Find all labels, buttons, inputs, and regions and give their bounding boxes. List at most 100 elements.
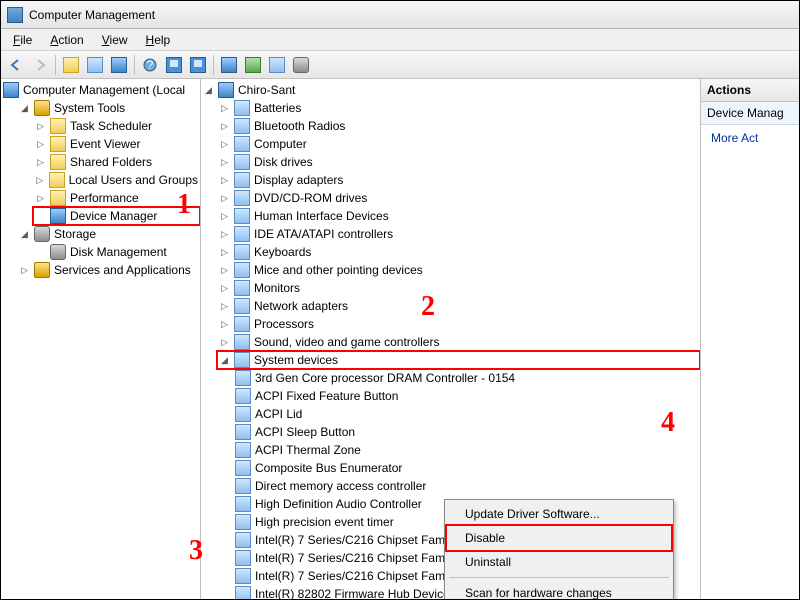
device-category[interactable]: ▷ Sound, video and game controllers [217, 333, 700, 351]
tree-event-viewer[interactable]: ▷ Event Viewer [33, 135, 200, 153]
category-icon [234, 208, 250, 224]
expand-icon[interactable]: ▷ [219, 247, 230, 258]
show-hide-tree-button[interactable] [84, 54, 106, 76]
properties-button[interactable] [108, 54, 130, 76]
expand-icon[interactable]: ▷ [219, 301, 230, 312]
device-icon [235, 370, 251, 386]
device-icon [235, 568, 251, 584]
collapse-icon[interactable]: ◢ [203, 85, 214, 96]
device-item[interactable]: ACPI Fixed Feature Button [233, 387, 700, 405]
tree-local-users[interactable]: ▷Local Users and Groups [33, 171, 200, 189]
menu-view[interactable]: View [94, 31, 136, 49]
device-item[interactable]: ACPI Thermal Zone [233, 441, 700, 459]
tree-services[interactable]: ▷Services and Applications [17, 261, 200, 279]
device-label: 3rd Gen Core processor DRAM Controller -… [255, 371, 515, 385]
device-category[interactable]: ◢ System devices [217, 351, 700, 369]
view-button-2[interactable] [187, 54, 209, 76]
tree-label: Event Viewer [70, 137, 140, 151]
ctx-disable[interactable]: Disable [447, 526, 671, 550]
expand-icon[interactable]: ▷ [19, 265, 30, 276]
device-item[interactable]: 3rd Gen Core processor DRAM Controller -… [233, 369, 700, 387]
device-category[interactable]: ▷ DVD/CD-ROM drives [217, 189, 700, 207]
device-category[interactable]: ▷ Computer [217, 135, 700, 153]
device-label: ACPI Sleep Button [255, 425, 355, 439]
tree-root-label: Computer Management (Local [23, 83, 185, 97]
category-icon [234, 190, 250, 206]
expand-icon[interactable]: ▷ [219, 337, 230, 348]
device-category[interactable]: ▷ Human Interface Devices [217, 207, 700, 225]
menu-action[interactable]: Action [42, 31, 91, 49]
expand-icon[interactable]: ▷ [219, 121, 230, 132]
category-label: IDE ATA/ATAPI controllers [254, 227, 393, 241]
collapse-icon[interactable]: ◢ [19, 103, 30, 114]
device-category[interactable]: ▷ Processors [217, 315, 700, 333]
device-category[interactable]: ▷ IDE ATA/ATAPI controllers [217, 225, 700, 243]
menu-file[interactable]: File [5, 31, 40, 49]
back-button[interactable] [5, 54, 27, 76]
device-label: High precision event timer [255, 515, 394, 529]
device-item[interactable]: ACPI Lid [233, 405, 700, 423]
expand-icon[interactable]: ▷ [219, 265, 230, 276]
disable-button[interactable] [290, 54, 312, 76]
menu-help[interactable]: Help [138, 31, 179, 49]
expand-icon[interactable]: ▷ [35, 139, 46, 150]
tree-disk-management[interactable]: Disk Management [33, 243, 200, 261]
help-button[interactable]: ? [139, 54, 161, 76]
device-label: ACPI Fixed Feature Button [255, 389, 398, 403]
expand-icon[interactable]: ▷ [35, 157, 46, 168]
expand-icon[interactable]: ▷ [35, 175, 45, 186]
expand-icon[interactable]: ▷ [219, 139, 230, 150]
clock-icon [50, 118, 66, 134]
ctx-uninstall[interactable]: Uninstall [447, 550, 671, 574]
actions-more[interactable]: More Act [701, 125, 799, 151]
tree-device-manager[interactable]: Device Manager [33, 207, 200, 225]
expand-icon[interactable]: ▷ [219, 211, 230, 222]
category-label: Bluetooth Radios [254, 119, 345, 133]
expand-icon[interactable]: ▷ [219, 175, 230, 186]
device-category[interactable]: ▷ Display adapters [217, 171, 700, 189]
update-driver-button[interactable] [242, 54, 264, 76]
tree-performance[interactable]: ▷Performance [33, 189, 200, 207]
computer-icon [3, 82, 19, 98]
device-item[interactable]: ACPI Sleep Button [233, 423, 700, 441]
device-label: ACPI Thermal Zone [255, 443, 361, 457]
device-root[interactable]: ◢ Chiro-Sant [201, 81, 700, 99]
expand-icon[interactable]: ▷ [219, 229, 230, 240]
device-item[interactable]: Direct memory access controller [233, 477, 700, 495]
expand-icon[interactable]: ▷ [219, 319, 230, 330]
expand-icon[interactable]: ▷ [35, 121, 46, 132]
device-category[interactable]: ▷ Bluetooth Radios [217, 117, 700, 135]
view-icon [166, 57, 182, 73]
separator [213, 55, 214, 75]
expand-icon[interactable]: ▷ [219, 193, 230, 204]
device-category[interactable]: ▷ Mice and other pointing devices [217, 261, 700, 279]
expand-icon[interactable]: ▷ [219, 157, 230, 168]
scan-button[interactable] [218, 54, 240, 76]
window-titlebar: Computer Management [1, 1, 799, 29]
tree-task-scheduler[interactable]: ▷Task Scheduler [33, 117, 200, 135]
expand-icon[interactable]: ▷ [219, 283, 230, 294]
category-label: Processors [254, 317, 314, 331]
category-icon [234, 154, 250, 170]
ctx-update-driver[interactable]: Update Driver Software... [447, 502, 671, 526]
view-button-1[interactable] [163, 54, 185, 76]
device-category[interactable]: ▷ Monitors [217, 279, 700, 297]
device-category[interactable]: ▷ Disk drives [217, 153, 700, 171]
uninstall-button[interactable] [266, 54, 288, 76]
device-label: Intel(R) 82802 Firmware Hub Device [255, 587, 450, 599]
ctx-scan[interactable]: Scan for hardware changes [447, 581, 671, 599]
forward-button[interactable] [29, 54, 51, 76]
tree-shared-folders[interactable]: ▷Shared Folders [33, 153, 200, 171]
device-category[interactable]: ▷ Network adapters [217, 297, 700, 315]
device-item[interactable]: Composite Bus Enumerator [233, 459, 700, 477]
device-category[interactable]: ▷ Keyboards [217, 243, 700, 261]
tree-root[interactable]: Computer Management (Local [1, 81, 200, 99]
tree-storage[interactable]: ◢ Storage [17, 225, 200, 243]
expand-icon[interactable]: ▷ [219, 103, 230, 114]
collapse-icon[interactable]: ◢ [219, 355, 230, 366]
expand-icon[interactable]: ▷ [35, 193, 46, 204]
tree-system-tools[interactable]: ◢ System Tools [17, 99, 200, 117]
device-category[interactable]: ▷ Batteries [217, 99, 700, 117]
collapse-icon[interactable]: ◢ [19, 229, 30, 240]
up-button[interactable] [60, 54, 82, 76]
